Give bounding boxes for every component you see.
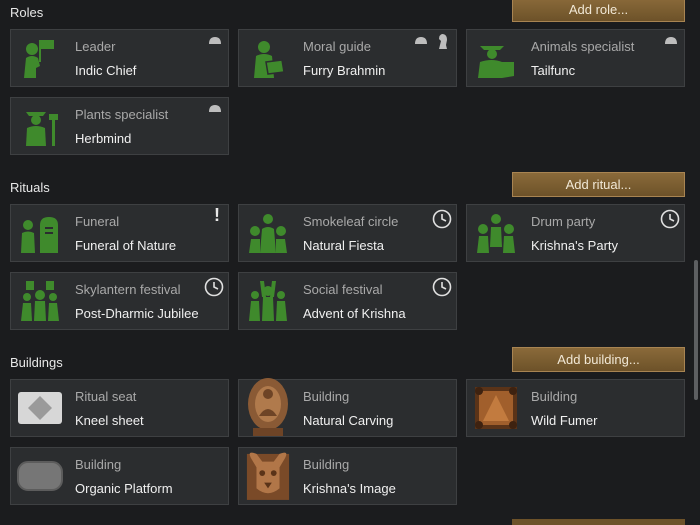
building-wild-fumer-label: Building bbox=[531, 389, 578, 404]
leader-icon bbox=[17, 35, 63, 81]
ritual-smokeleaf-circle-name: Natural Fiesta bbox=[303, 238, 384, 253]
clock-icon bbox=[432, 209, 452, 229]
ritual-card-smokeleaf-circle[interactable]: Smokeleaf circle Natural Fiesta bbox=[238, 204, 457, 262]
kneel-sheet-icon bbox=[17, 385, 63, 431]
ritual-skylantern-festival-label: Skylantern festival bbox=[75, 282, 181, 297]
smokeleaf-circle-icon bbox=[245, 210, 291, 256]
building-kneel-sheet-label: Ritual seat bbox=[75, 389, 137, 404]
role-animals-specialist-name: Tailfunc bbox=[531, 63, 576, 78]
building-krishnas-image-name: Krishna's Image bbox=[303, 481, 396, 496]
building-organic-platform-name: Organic Platform bbox=[75, 481, 173, 496]
roles-section-title: Roles bbox=[10, 5, 44, 20]
clock-icon bbox=[204, 277, 224, 297]
building-card-organic-platform[interactable]: Building Organic Platform bbox=[10, 447, 229, 505]
role-card-animals-specialist[interactable]: Animals specialist Tailfunc bbox=[466, 29, 685, 87]
building-card-kneel-sheet[interactable]: Ritual seat Kneel sheet bbox=[10, 379, 229, 437]
ritual-funeral-name: Funeral of Nature bbox=[75, 238, 177, 253]
ritual-card-funeral[interactable]: Funeral Funeral of Nature ! bbox=[10, 204, 229, 262]
wild-fumer-icon bbox=[473, 385, 519, 431]
natural-carving-icon bbox=[245, 376, 291, 438]
krishnas-image-icon bbox=[245, 446, 291, 504]
role-leader-name: Indic Chief bbox=[75, 63, 137, 78]
ritual-skylantern-festival-name: Post-Dharmic Jubilee bbox=[75, 306, 199, 321]
warning-icon: ! bbox=[214, 205, 220, 225]
role-cap-icon bbox=[665, 37, 677, 44]
ritual-social-festival-label: Social festival bbox=[303, 282, 383, 297]
ritual-drum-party-label: Drum party bbox=[531, 214, 596, 229]
role-moral-guide-name: Furry Brahmin bbox=[303, 63, 386, 78]
building-card-krishnas-image[interactable]: Building Krishna's Image bbox=[238, 447, 457, 505]
role-cap-icon bbox=[209, 37, 221, 44]
add-ritual-button[interactable]: Add ritual... bbox=[512, 172, 685, 197]
next-section-button-edge bbox=[512, 519, 685, 525]
rituals-section-title: Rituals bbox=[10, 180, 50, 195]
chess-piece-icon bbox=[439, 34, 447, 49]
social-festival-icon bbox=[245, 278, 291, 324]
clock-icon bbox=[432, 277, 452, 297]
role-cap-icon bbox=[209, 105, 221, 112]
role-cap-icon bbox=[415, 37, 427, 44]
animals-specialist-icon bbox=[473, 35, 519, 81]
building-krishnas-image-label: Building bbox=[303, 457, 350, 472]
add-role-button[interactable]: Add role... bbox=[512, 0, 685, 22]
funeral-icon bbox=[17, 210, 63, 256]
ritual-smokeleaf-circle-label: Smokeleaf circle bbox=[303, 214, 399, 229]
moral-guide-icon bbox=[245, 35, 291, 81]
role-card-moral-guide[interactable]: Moral guide Furry Brahmin bbox=[238, 29, 457, 87]
skylantern-festival-icon bbox=[17, 278, 63, 324]
drum-party-icon bbox=[473, 210, 519, 256]
buildings-section-title: Buildings bbox=[10, 355, 63, 370]
building-card-natural-carving[interactable]: Building Natural Carving bbox=[238, 376, 457, 438]
building-natural-carving-name: Natural Carving bbox=[303, 413, 394, 428]
role-animals-specialist-label: Animals specialist bbox=[531, 39, 635, 54]
building-kneel-sheet-name: Kneel sheet bbox=[75, 413, 144, 428]
plants-specialist-icon bbox=[17, 103, 63, 149]
ritual-funeral-label: Funeral bbox=[75, 214, 120, 229]
role-card-plants-specialist[interactable]: Plants specialist Herbmind bbox=[10, 97, 229, 155]
organic-platform-icon bbox=[17, 453, 63, 499]
role-leader-label: Leader bbox=[75, 39, 116, 54]
building-card-wild-fumer[interactable]: Building Wild Fumer bbox=[466, 379, 685, 437]
ritual-card-skylantern-festival[interactable]: Skylantern festival Post-Dharmic Jubilee bbox=[10, 272, 229, 330]
role-plants-specialist-name: Herbmind bbox=[75, 131, 132, 146]
building-wild-fumer-name: Wild Fumer bbox=[531, 413, 598, 428]
add-building-button[interactable]: Add building... bbox=[512, 347, 685, 372]
role-plants-specialist-label: Plants specialist bbox=[75, 107, 169, 122]
ritual-card-social-festival[interactable]: Social festival Advent of Krishna bbox=[238, 272, 457, 330]
ritual-drum-party-name: Krishna's Party bbox=[531, 238, 619, 253]
building-natural-carving-label: Building bbox=[303, 389, 350, 404]
role-moral-guide-label: Moral guide bbox=[303, 39, 371, 54]
ritual-card-drum-party[interactable]: Drum party Krishna's Party bbox=[466, 204, 685, 262]
scrollbar-thumb[interactable] bbox=[694, 260, 698, 400]
ritual-social-festival-name: Advent of Krishna bbox=[303, 306, 406, 321]
role-card-leader[interactable]: Leader Indic Chief bbox=[10, 29, 229, 87]
building-organic-platform-label: Building bbox=[75, 457, 122, 472]
clock-icon bbox=[660, 209, 680, 229]
